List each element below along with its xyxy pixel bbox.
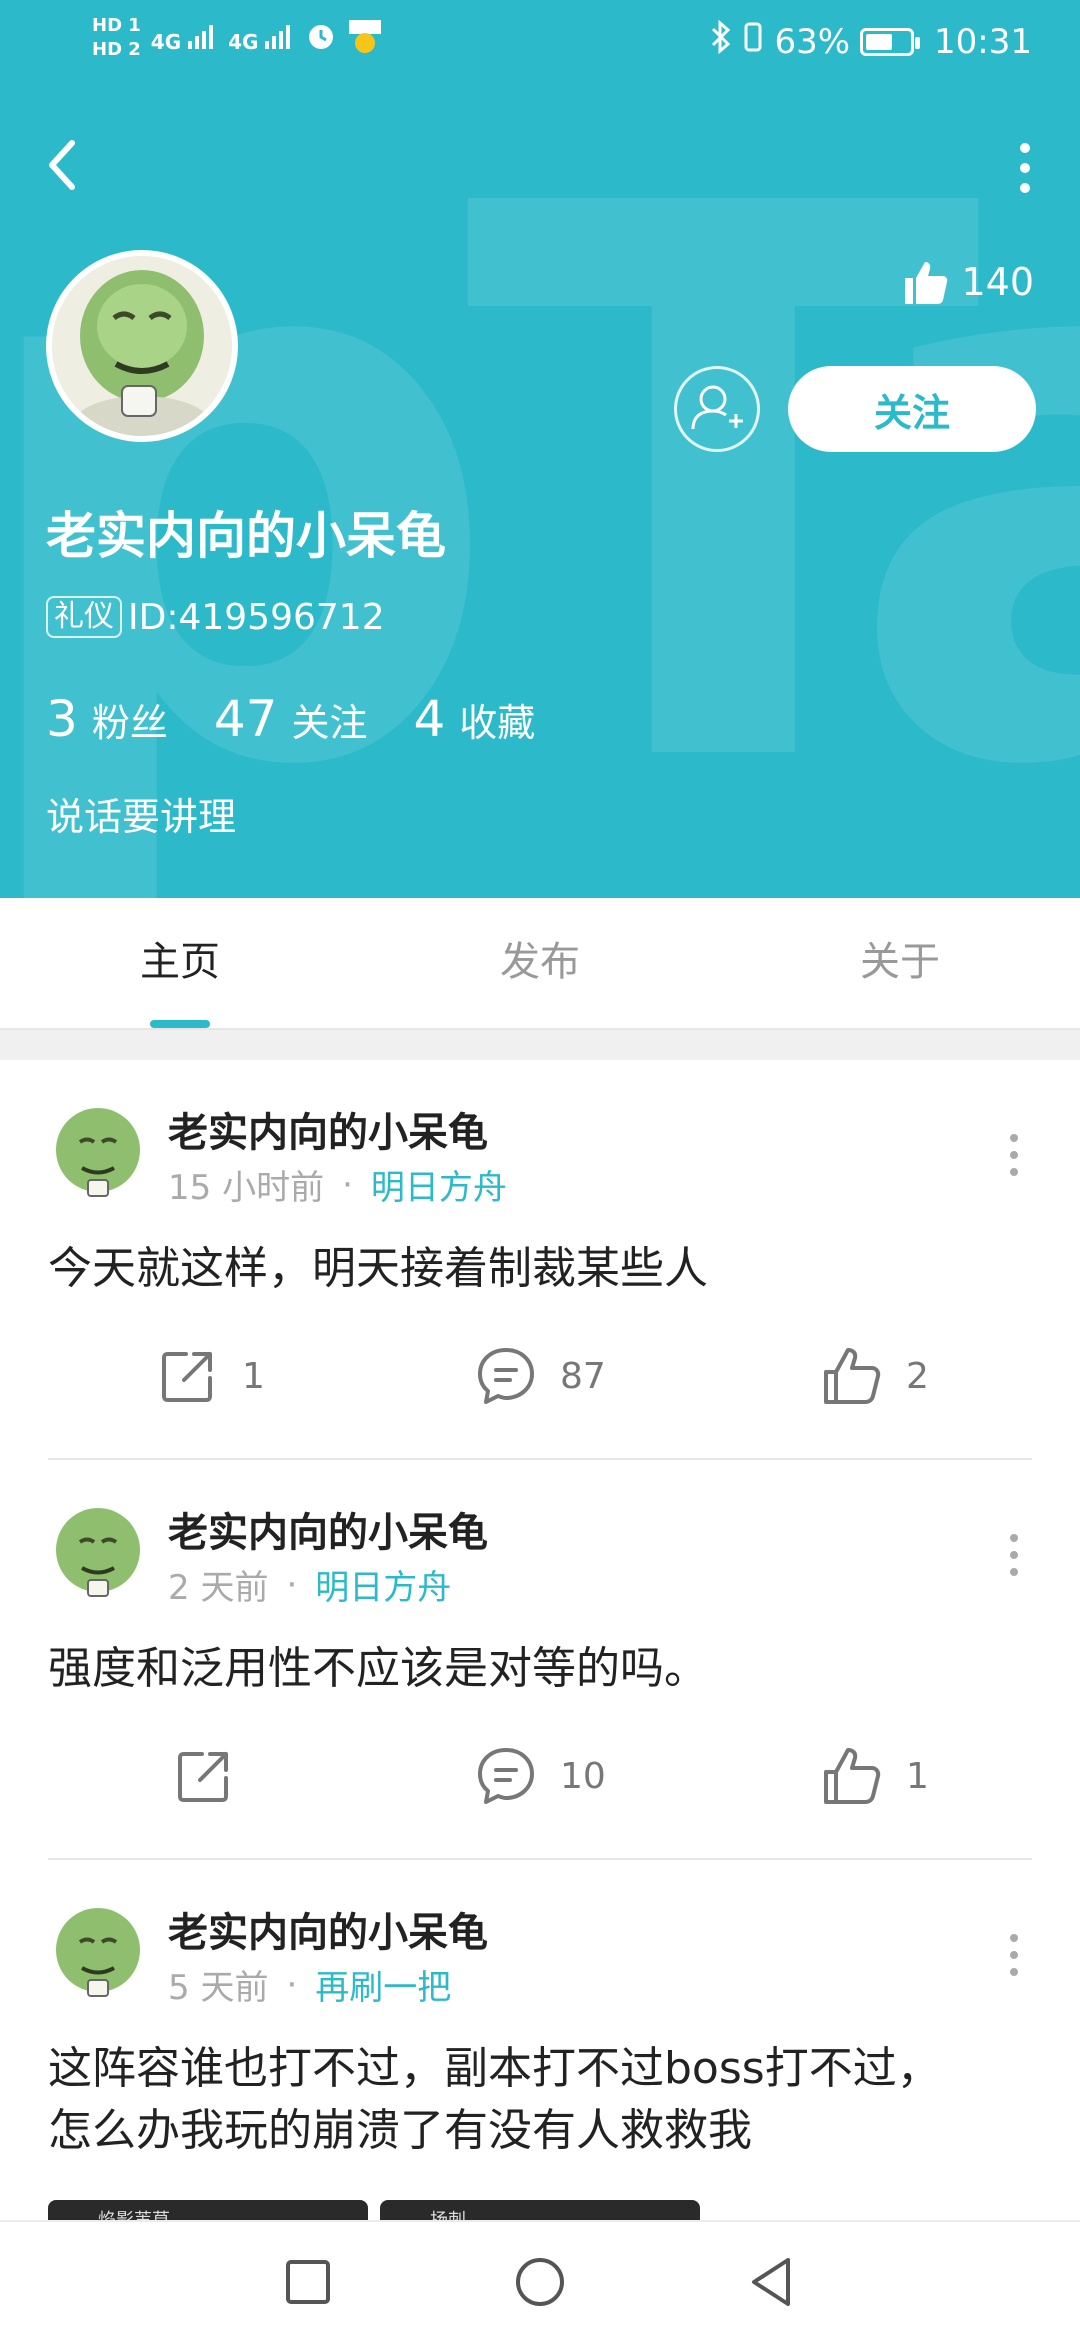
tab-posts[interactable]: 发布 — [360, 898, 720, 1028]
comment-button[interactable]: 87 — [474, 1336, 606, 1416]
post-author-name[interactable]: 老实内向的小呆龟 — [168, 1100, 488, 1158]
back-icon — [752, 2258, 790, 2306]
profile-stats: 3 粉丝 47 关注 4 收藏 — [46, 690, 535, 748]
comment-count: 87 — [560, 1355, 606, 1397]
section-divider — [0, 1028, 1080, 1060]
share-button[interactable] — [172, 1736, 258, 1816]
bluetooth-icon — [710, 19, 732, 63]
user-id-row: 礼仪 ID:419596712 — [46, 596, 385, 638]
back-button[interactable] — [40, 135, 90, 195]
post-text: 强度和泛用性不应该是对等的吗。 — [48, 1643, 708, 1694]
meme-face-avatar-image — [52, 256, 232, 436]
more-vertical-icon — [1010, 1934, 1018, 1976]
post-text: 这阵容谁也打不过，副本打不过boss打不过， 怎么办我玩的崩溃了有没有人救救我 — [48, 2043, 941, 2156]
more-vertical-icon — [1010, 1534, 1018, 1576]
profile-username: 老实内向的小呆龟 — [46, 507, 446, 565]
tab-about[interactable]: 关于 — [720, 898, 1080, 1028]
comment-button[interactable]: 10 — [474, 1736, 606, 1816]
profile-like-count: 140 — [901, 258, 1034, 306]
recent-apps-icon — [286, 2260, 330, 2304]
user-tag-badge: 礼仪 — [46, 596, 122, 638]
follow-button[interactable]: 关注 — [788, 366, 1036, 452]
post-author-name[interactable]: 老实内向的小呆龟 — [168, 1500, 488, 1558]
post-actions: 1 87 2 — [0, 1336, 1080, 1416]
home-icon — [516, 2258, 564, 2306]
profile-header: pTa HD 1 HD 2 4G 4G — [0, 0, 1080, 898]
post-author-name[interactable]: 老实内向的小呆龟 — [168, 1900, 488, 1958]
meme-face-avatar-image — [48, 1904, 148, 2004]
status-bar: HD 1 HD 2 4G 4G 63% 10:31 — [0, 0, 1080, 84]
more-vertical-icon — [1010, 1134, 1018, 1176]
post-author-avatar[interactable] — [48, 1904, 148, 2004]
clock: 10:31 — [934, 21, 1032, 62]
battery-icon — [860, 27, 921, 56]
comment-icon — [478, 1748, 534, 1804]
share-icon — [162, 1352, 212, 1402]
notification-icon — [347, 18, 383, 58]
system-nav-bar — [0, 2220, 1080, 2340]
followers-stat[interactable]: 3 粉丝 — [46, 690, 168, 748]
post-time: 15 小时前 — [168, 1168, 325, 1208]
comment-icon — [478, 1348, 534, 1404]
post-text: 今天就这样，明天接着制裁某些人 — [48, 1243, 708, 1294]
signal-icon: 4G — [151, 23, 218, 54]
home-button[interactable] — [508, 2250, 572, 2314]
recent-apps-button[interactable] — [276, 2250, 340, 2314]
post-channel-link[interactable]: 再刷一把 — [315, 1960, 451, 2009]
tab-home[interactable]: 主页 — [0, 898, 360, 1028]
chevron-left-icon — [49, 140, 75, 190]
add-user-icon — [691, 385, 743, 430]
meme-face-avatar-image — [48, 1504, 148, 1604]
signal-icon-2: 4G — [228, 23, 295, 54]
like-button[interactable]: 1 — [820, 1736, 929, 1816]
post-channel-link[interactable]: 明日方舟 — [315, 1560, 451, 1609]
back-nav-button[interactable] — [740, 2250, 804, 2314]
alarm-icon — [305, 20, 337, 56]
comment-count: 10 — [560, 1755, 606, 1797]
post-channel-link[interactable]: 明日方舟 — [371, 1160, 507, 1209]
battery-fill — [866, 33, 893, 50]
like-button[interactable]: 2 — [820, 1336, 929, 1416]
thumbs-up-icon — [824, 1748, 881, 1804]
post-author-avatar[interactable] — [48, 1104, 148, 1204]
post-more-button[interactable] — [1004, 1130, 1024, 1180]
battery-percent: 63% — [774, 21, 851, 62]
post-more-button[interactable] — [1004, 1530, 1024, 1580]
add-friend-button[interactable] — [674, 366, 760, 452]
thumbs-up-icon — [905, 262, 948, 304]
vibrate-icon — [742, 20, 764, 63]
more-vertical-icon — [1020, 143, 1030, 193]
hd-indicator: HD 1 HD 2 — [92, 15, 141, 60]
post-author-avatar[interactable] — [48, 1504, 148, 1604]
thumbs-up-icon — [824, 1348, 881, 1404]
profile-tabs: 主页 发布 关于 — [0, 898, 1080, 1028]
watermark-logo: pTa — [0, 48, 1080, 898]
profile-bio: 说话要讲理 — [46, 795, 237, 839]
share-button[interactable]: 1 — [156, 1336, 265, 1416]
favorites-stat[interactable]: 4 收藏 — [413, 690, 535, 748]
post-time: 5 天前 — [168, 1968, 269, 2008]
meme-face-avatar-image — [48, 1104, 148, 1204]
post-card[interactable]: 老实内向的小呆龟 15 小时前 · 明日方舟 今天就这样，明天接着制裁某些人 1… — [0, 1060, 1080, 1460]
more-options-button[interactable] — [1010, 140, 1040, 196]
post-more-button[interactable] — [1004, 1930, 1024, 1980]
profile-avatar[interactable] — [46, 250, 238, 442]
following-stat[interactable]: 47 关注 — [214, 690, 368, 748]
share-icon — [178, 1752, 228, 1802]
post-meta: 5 天前 · 再刷一把 — [168, 1960, 451, 2009]
like-count: 1 — [906, 1755, 929, 1797]
post-actions: 10 1 — [0, 1736, 1080, 1816]
post-card[interactable]: 老实内向的小呆龟 5 天前 · 再刷一把 这阵容谁也打不过，副本打不过boss打… — [0, 1860, 1080, 2220]
user-id: ID:419596712 — [128, 596, 385, 638]
post-time: 2 天前 — [168, 1568, 269, 1608]
post-meta: 15 小时前 · 明日方舟 — [168, 1160, 507, 1209]
like-count: 2 — [906, 1355, 929, 1397]
post-meta: 2 天前 · 明日方舟 — [168, 1560, 451, 1609]
share-count: 1 — [242, 1355, 265, 1397]
post-card[interactable]: 老实内向的小呆龟 2 天前 · 明日方舟 强度和泛用性不应该是对等的吗。 10 … — [0, 1460, 1080, 1860]
